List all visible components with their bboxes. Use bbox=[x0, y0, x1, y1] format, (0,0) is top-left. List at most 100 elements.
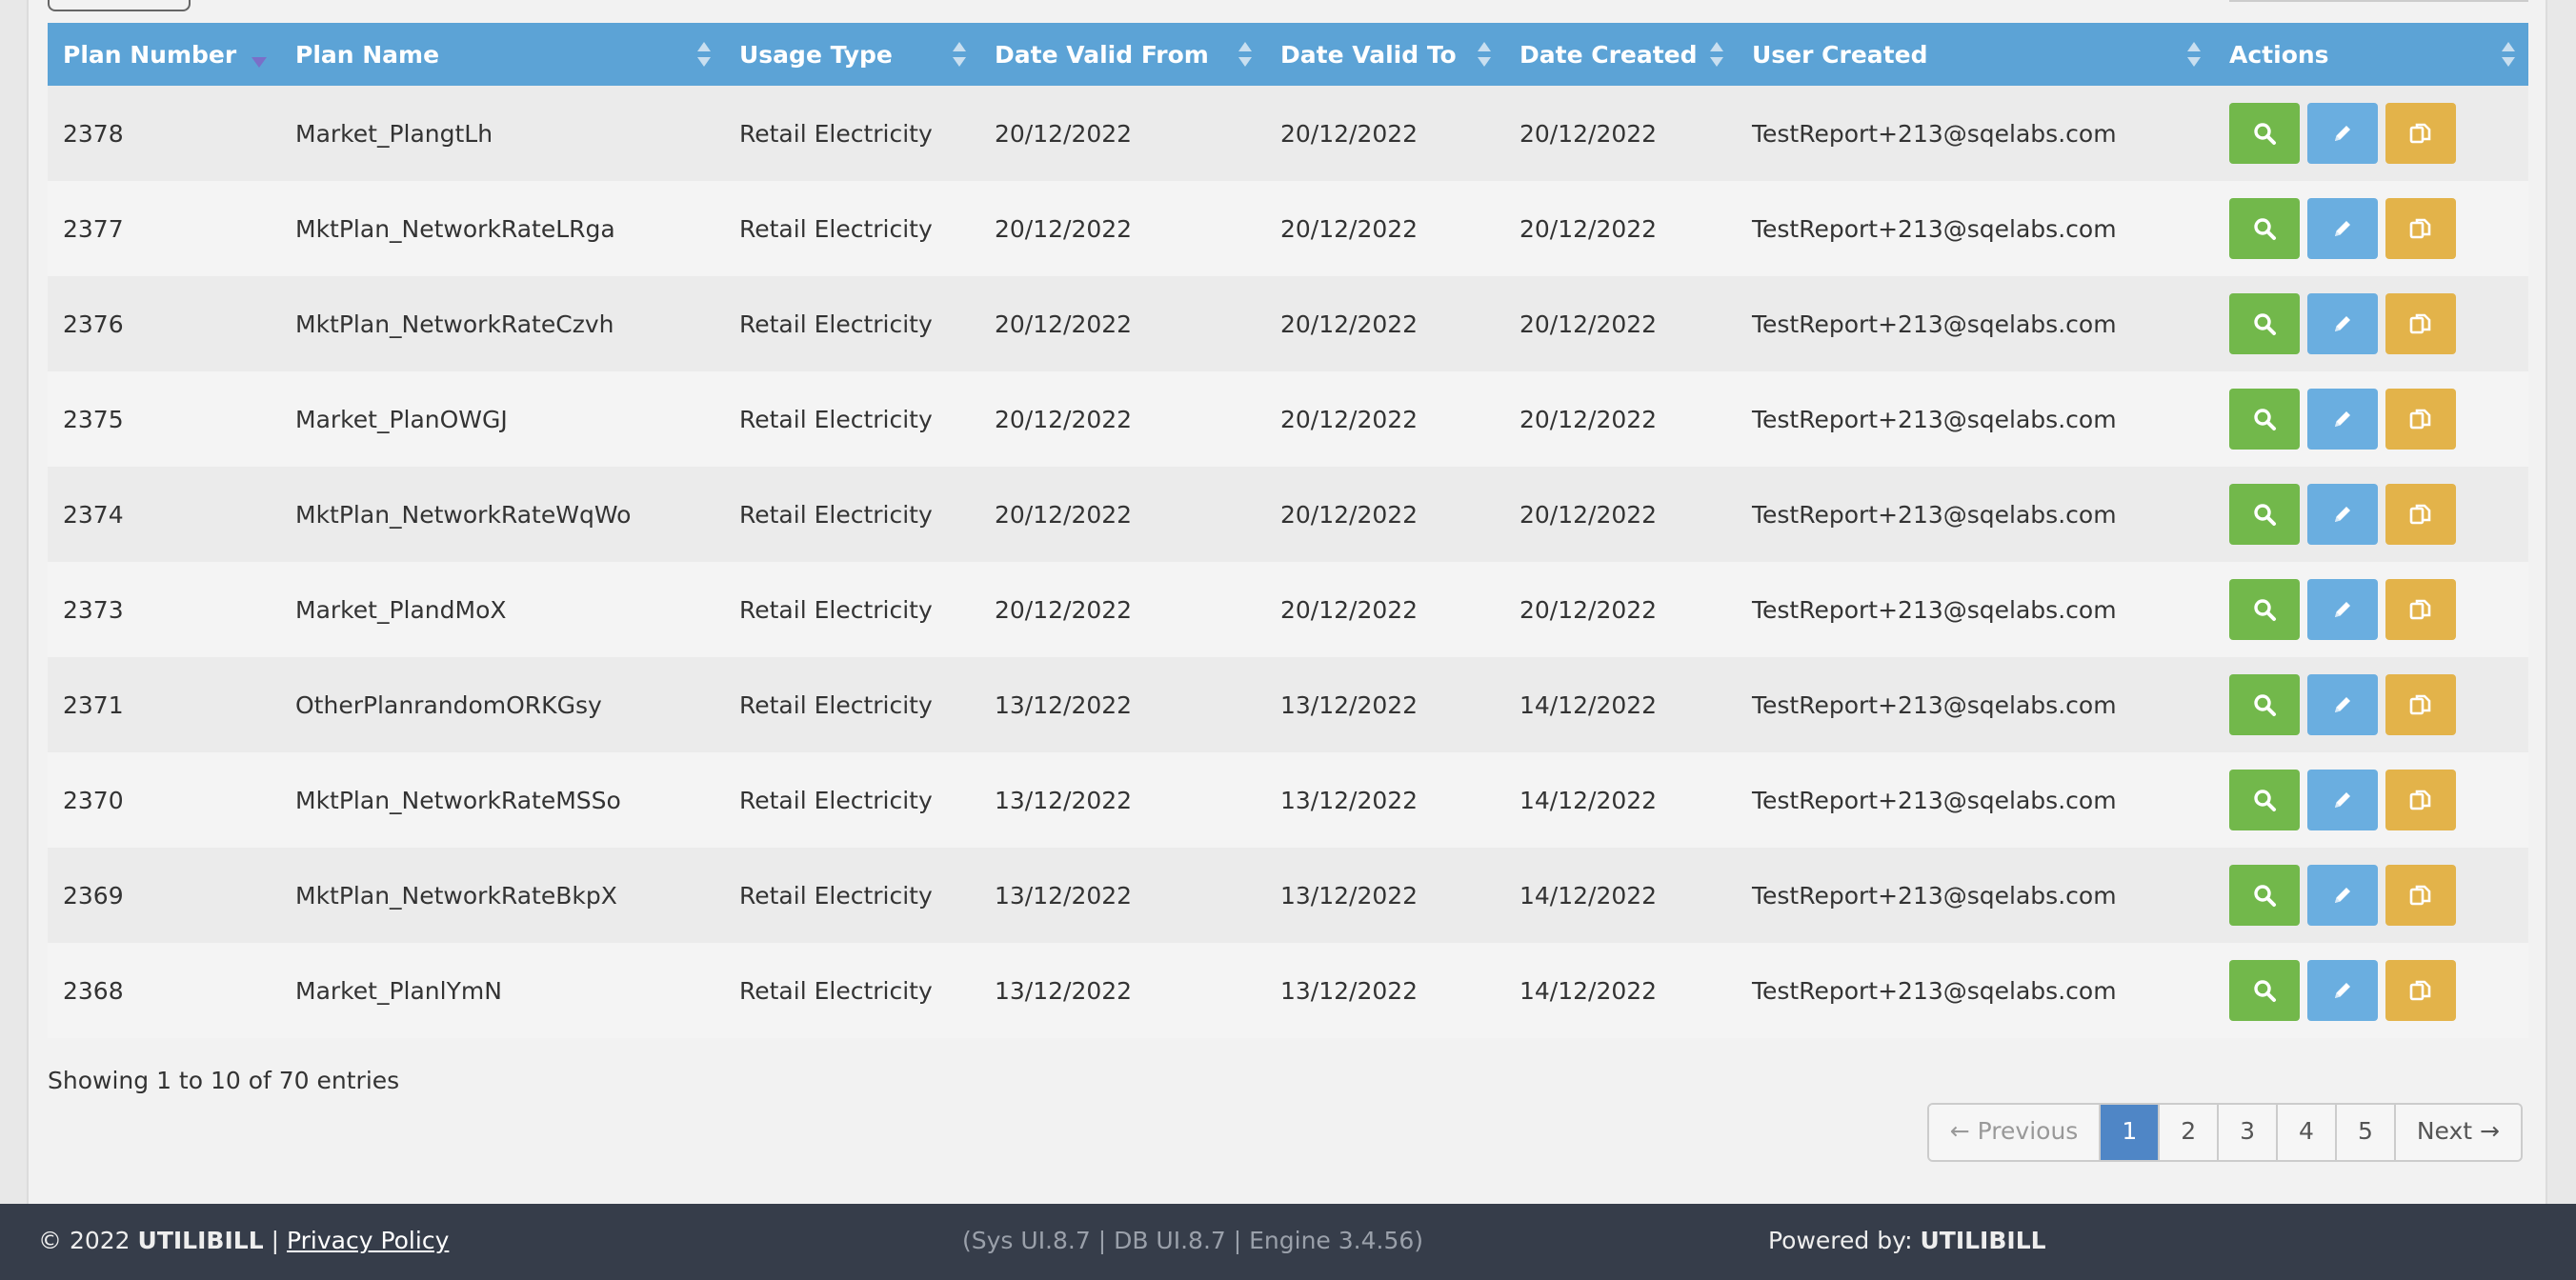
edit-button[interactable] bbox=[2307, 770, 2378, 830]
cell-plan-name: Market_PlangtLh bbox=[280, 86, 724, 181]
cell-date-valid-to: 13/12/2022 bbox=[1265, 657, 1504, 752]
cell-date-valid-from: 20/12/2022 bbox=[979, 86, 1265, 181]
cell-actions bbox=[2214, 371, 2528, 467]
column-header-label: Usage Type bbox=[739, 40, 893, 69]
toolbar-button-partial[interactable] bbox=[48, 0, 191, 11]
cell-actions bbox=[2214, 467, 2528, 562]
edit-button[interactable] bbox=[2307, 293, 2378, 354]
cell-actions bbox=[2214, 181, 2528, 276]
column-header-label: Date Created bbox=[1519, 40, 1698, 69]
view-button[interactable] bbox=[2229, 389, 2300, 450]
edit-button[interactable] bbox=[2307, 865, 2378, 926]
sort-icon bbox=[2502, 42, 2515, 67]
view-button[interactable] bbox=[2229, 484, 2300, 545]
table-row: 2373 Market_PlandMoX Retail Electricity 20/… bbox=[48, 562, 2528, 657]
cell-date-created: 20/12/2022 bbox=[1504, 86, 1737, 181]
cell-date-valid-from: 20/12/2022 bbox=[979, 276, 1265, 371]
cell-usage-type: Retail Electricity bbox=[724, 943, 979, 1038]
copy-button[interactable] bbox=[2385, 579, 2456, 640]
column-header-label: Date Valid From bbox=[995, 40, 1209, 69]
table-row: 2370 MktPlan_NetworkRateMSSo Retail Electr… bbox=[48, 752, 2528, 848]
copy-button[interactable] bbox=[2385, 960, 2456, 1021]
cell-date-created: 20/12/2022 bbox=[1504, 562, 1737, 657]
column-header-date-valid-to[interactable]: Date Valid To bbox=[1265, 23, 1504, 86]
powered-by-label: Powered by: bbox=[1768, 1227, 1913, 1254]
cell-date-valid-from: 13/12/2022 bbox=[979, 943, 1265, 1038]
view-button[interactable] bbox=[2229, 865, 2300, 926]
copy-button[interactable] bbox=[2385, 865, 2456, 926]
copy-button[interactable] bbox=[2385, 389, 2456, 450]
copy-button[interactable] bbox=[2385, 674, 2456, 735]
page-button-5[interactable]: 5 bbox=[2336, 1105, 2396, 1160]
column-header-user-created[interactable]: User Created bbox=[1737, 23, 2214, 86]
cell-user-created: TestReport+213@sqelabs.com bbox=[1737, 181, 2214, 276]
column-header-usage-type[interactable]: Usage Type bbox=[724, 23, 979, 86]
cell-actions bbox=[2214, 848, 2528, 943]
cell-plan-name: MktPlan_NetworkRateLRga bbox=[280, 181, 724, 276]
cell-plan-name: MktPlan_NetworkRateWqWo bbox=[280, 467, 724, 562]
copy-button[interactable] bbox=[2385, 484, 2456, 545]
column-header-label: Actions bbox=[2229, 40, 2329, 69]
cell-plan-name: MktPlan_NetworkRateBkpX bbox=[280, 848, 724, 943]
powered-by-brand: UTILIBILL bbox=[1920, 1227, 2046, 1254]
copy-button[interactable] bbox=[2385, 770, 2456, 830]
next-page-button[interactable]: Next → bbox=[2395, 1105, 2521, 1160]
view-button[interactable] bbox=[2229, 579, 2300, 640]
page-button-3[interactable]: 3 bbox=[2219, 1105, 2279, 1160]
cell-actions bbox=[2214, 943, 2528, 1038]
edit-button[interactable] bbox=[2307, 103, 2378, 164]
view-button[interactable] bbox=[2229, 674, 2300, 735]
column-header-date-valid-from[interactable]: Date Valid From bbox=[979, 23, 1265, 86]
cell-usage-type: Retail Electricity bbox=[724, 657, 979, 752]
column-header-plan-number[interactable]: Plan Number bbox=[48, 23, 280, 86]
table-row: 2374 MktPlan_NetworkRateWqWo Retail Electr… bbox=[48, 467, 2528, 562]
powered-by: Powered by: UTILIBILL bbox=[1768, 1227, 2046, 1254]
privacy-policy-link[interactable]: Privacy Policy bbox=[287, 1227, 449, 1254]
view-button[interactable] bbox=[2229, 198, 2300, 259]
cell-actions bbox=[2214, 752, 2528, 848]
page-button-1[interactable]: 1 bbox=[2101, 1105, 2161, 1160]
view-button[interactable] bbox=[2229, 103, 2300, 164]
cell-date-valid-from: 13/12/2022 bbox=[979, 848, 1265, 943]
cell-usage-type: Retail Electricity bbox=[724, 181, 979, 276]
cell-date-created: 14/12/2022 bbox=[1504, 943, 1737, 1038]
cell-plan-number: 2370 bbox=[48, 752, 280, 848]
version-info: (Sys UI.8.7 | DB UI.8.7 | Engine 3.4.56) bbox=[962, 1227, 1424, 1254]
page-button-4[interactable]: 4 bbox=[2278, 1105, 2337, 1160]
copy-button[interactable] bbox=[2385, 103, 2456, 164]
cell-date-valid-from: 20/12/2022 bbox=[979, 467, 1265, 562]
column-header-plan-name[interactable]: Plan Name bbox=[280, 23, 724, 86]
cell-actions bbox=[2214, 657, 2528, 752]
edit-button[interactable] bbox=[2307, 960, 2378, 1021]
view-button[interactable] bbox=[2229, 770, 2300, 830]
previous-page-button[interactable]: ← Previous bbox=[1928, 1105, 2102, 1160]
table-row: 2375 Market_PlanOWGJ Retail Electricity 20/… bbox=[48, 371, 2528, 467]
edit-button[interactable] bbox=[2307, 389, 2378, 450]
page-button-2[interactable]: 2 bbox=[2160, 1105, 2220, 1160]
cell-user-created: TestReport+213@sqelabs.com bbox=[1737, 276, 2214, 371]
edit-button[interactable] bbox=[2307, 198, 2378, 259]
edit-button[interactable] bbox=[2307, 484, 2378, 545]
copy-button[interactable] bbox=[2385, 198, 2456, 259]
cell-usage-type: Retail Electricity bbox=[724, 752, 979, 848]
cell-plan-number: 2369 bbox=[48, 848, 280, 943]
edit-button[interactable] bbox=[2307, 579, 2378, 640]
cell-date-created: 20/12/2022 bbox=[1504, 371, 1737, 467]
column-header-date-created[interactable]: Date Created bbox=[1504, 23, 1737, 86]
cell-date-valid-to: 20/12/2022 bbox=[1265, 371, 1504, 467]
column-header-actions[interactable]: Actions bbox=[2214, 23, 2528, 86]
copy-button[interactable] bbox=[2385, 293, 2456, 354]
table-row: 2369 MktPlan_NetworkRateBkpX Retail Electr… bbox=[48, 848, 2528, 943]
cell-date-created: 20/12/2022 bbox=[1504, 181, 1737, 276]
footer-separator: | bbox=[271, 1227, 280, 1254]
cell-actions bbox=[2214, 276, 2528, 371]
cell-plan-number: 2373 bbox=[48, 562, 280, 657]
cell-user-created: TestReport+213@sqelabs.com bbox=[1737, 371, 2214, 467]
cell-plan-number: 2377 bbox=[48, 181, 280, 276]
view-button[interactable] bbox=[2229, 293, 2300, 354]
search-input-partial[interactable] bbox=[2229, 0, 2528, 2]
cell-date-created: 14/12/2022 bbox=[1504, 752, 1737, 848]
edit-button[interactable] bbox=[2307, 674, 2378, 735]
view-button[interactable] bbox=[2229, 960, 2300, 1021]
column-header-label: User Created bbox=[1752, 40, 1928, 69]
